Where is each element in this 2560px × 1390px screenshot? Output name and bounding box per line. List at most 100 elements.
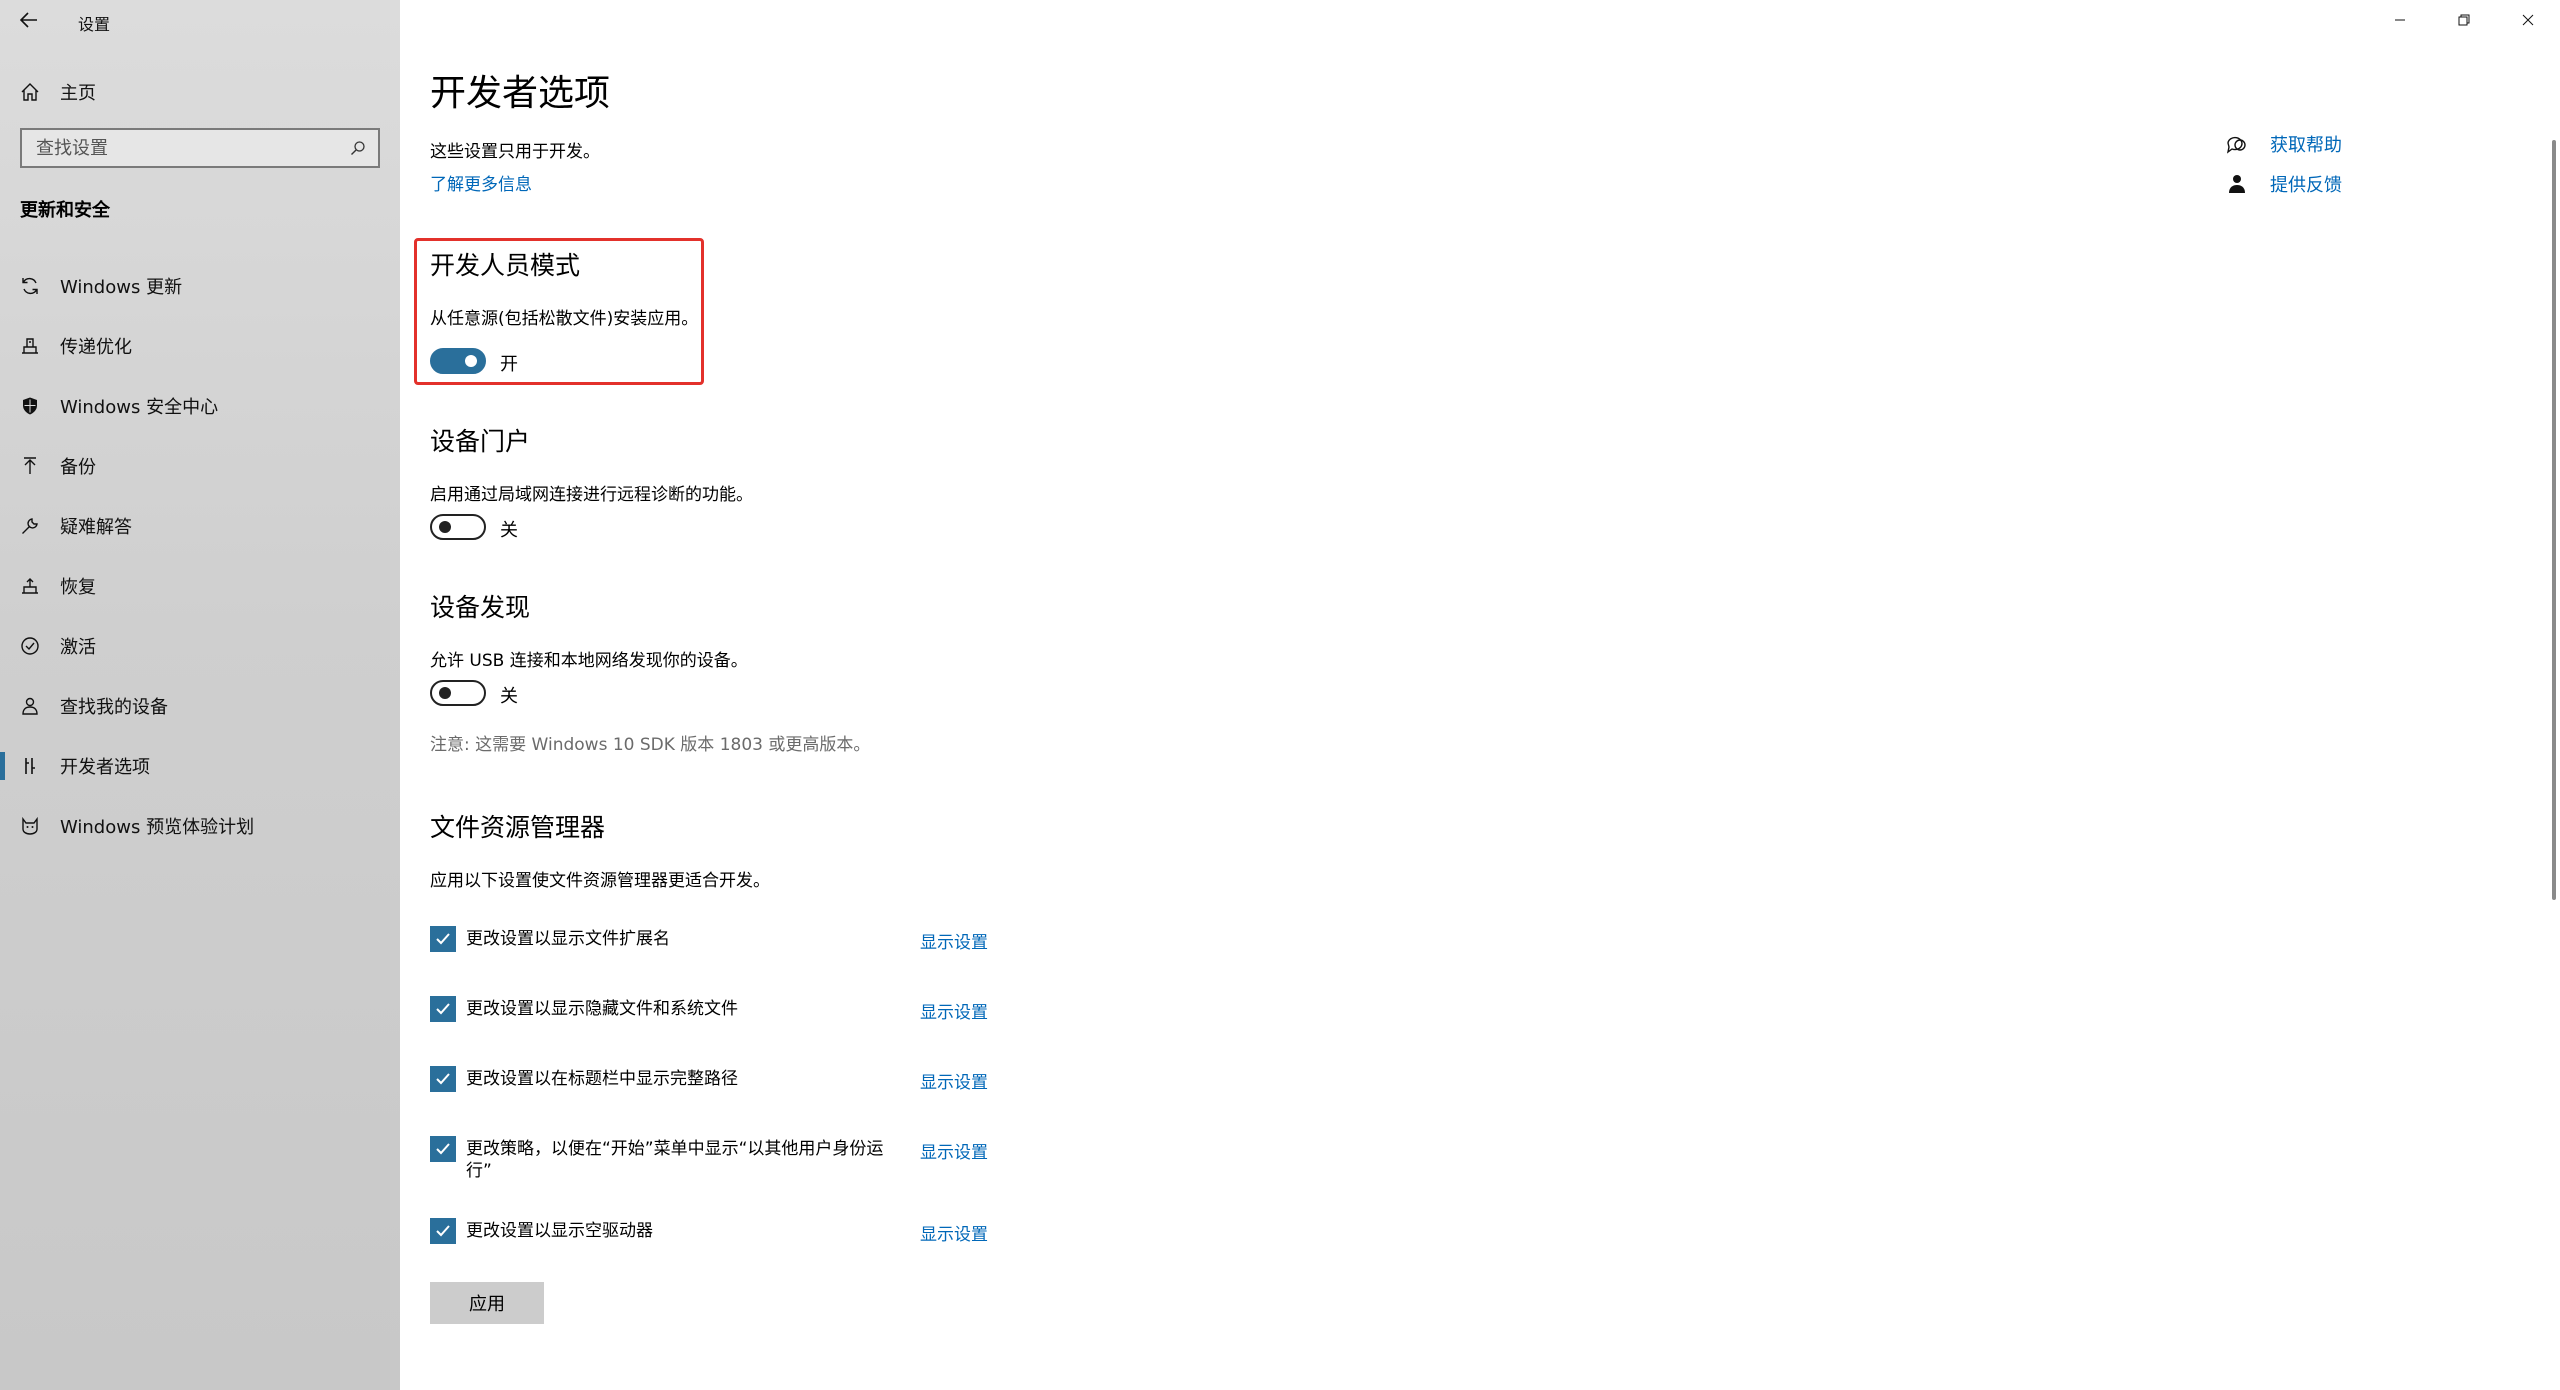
minimize-icon — [2395, 19, 2405, 21]
device-discovery-note: 注意: 这需要 Windows 10 SDK 版本 1803 或更高版本。 — [430, 735, 871, 755]
file-explorer-description: 应用以下设置使文件资源管理器更适合开发。 — [430, 871, 770, 891]
close-button[interactable] — [2496, 0, 2560, 40]
option-checkbox[interactable] — [430, 1136, 456, 1162]
sidebar-item-windows-security[interactable]: Windows 安全中心 — [0, 376, 400, 436]
sidebar-item-label: 恢复 — [60, 577, 96, 598]
checkmark-icon — [436, 933, 450, 945]
sidebar-item-activation[interactable]: 激活 — [0, 616, 400, 676]
feedback-person-icon — [2226, 174, 2270, 194]
page-title: 开发者选项 — [430, 73, 611, 114]
device-portal-toggle[interactable] — [430, 514, 486, 540]
device-discovery-state: 关 — [500, 686, 518, 707]
backup-arrow-icon — [0, 456, 60, 476]
app-title: 设置 — [78, 15, 111, 34]
checkmark-icon — [436, 1073, 450, 1085]
sidebar-item-label: 激活 — [60, 637, 96, 658]
minimize-button[interactable] — [2368, 0, 2432, 40]
apply-button[interactable]: 应用 — [430, 1282, 544, 1324]
sidebar: 设置 主页 更新和安全 Windows 更新 — [0, 0, 400, 1390]
developer-mode-state: 开 — [500, 354, 518, 375]
scrollbar[interactable] — [2552, 140, 2556, 900]
device-portal-description: 启用通过局域网连接进行远程诊断的功能。 — [430, 485, 753, 505]
option-label: 更改设置以在标题栏中显示完整路径 — [466, 1069, 738, 1089]
device-portal-state: 关 — [500, 520, 518, 541]
sidebar-item-troubleshoot[interactable]: 疑难解答 — [0, 496, 400, 556]
checkmark-icon — [436, 1225, 450, 1237]
toggle-knob — [439, 521, 451, 533]
sidebar-item-recovery[interactable]: 恢复 — [0, 556, 400, 616]
option-checkbox[interactable] — [430, 1218, 456, 1244]
developer-tools-icon — [0, 756, 60, 776]
device-discovery-description: 允许 USB 连接和本地网络发现你的设备。 — [430, 651, 748, 671]
restore-icon — [2458, 14, 2470, 26]
help-links: 获取帮助 提供反馈 — [2226, 124, 2342, 204]
sidebar-item-label: Windows 更新 — [60, 277, 183, 298]
sync-icon — [0, 276, 60, 296]
sidebar-item-label: 备份 — [60, 457, 96, 478]
option-checkbox[interactable] — [430, 1066, 456, 1092]
home-label: 主页 — [60, 83, 96, 104]
file-explorer-heading: 文件资源管理器 — [430, 813, 606, 842]
section-title: 更新和安全 — [20, 200, 110, 221]
delivery-optimization-icon — [0, 336, 60, 356]
toggle-knob — [439, 687, 451, 699]
find-device-icon — [0, 696, 60, 716]
recovery-icon — [0, 576, 60, 596]
back-button[interactable] — [12, 4, 46, 36]
sidebar-item-delivery-optimization[interactable]: 传递优化 — [0, 316, 400, 376]
sidebar-item-backup[interactable]: 备份 — [0, 436, 400, 496]
sidebar-item-home[interactable]: 主页 — [0, 70, 400, 114]
shield-icon — [0, 396, 60, 416]
main-content: 开发者选项 这些设置只用于开发。 了解更多信息 开发人员模式 从任意源(包括松散… — [400, 0, 2560, 1390]
sidebar-item-label: Windows 安全中心 — [60, 397, 219, 418]
show-settings-link[interactable]: 显示设置 — [920, 1220, 988, 1245]
sidebar-item-label: Windows 预览体验计划 — [60, 817, 255, 838]
sidebar-item-label: 开发者选项 — [60, 757, 150, 778]
show-settings-link[interactable]: 显示设置 — [920, 928, 988, 953]
option-checkbox[interactable] — [430, 926, 456, 952]
toggle-knob — [465, 355, 477, 367]
settings-window: 设置 主页 更新和安全 Windows 更新 — [0, 0, 2560, 1390]
checkmark-icon — [436, 1143, 450, 1155]
insider-cat-icon — [0, 816, 60, 836]
checkmark-icon — [436, 1003, 450, 1015]
option-label: 更改设置以显示隐藏文件和系统文件 — [466, 999, 738, 1019]
feedback-label: 提供反馈 — [2270, 175, 2342, 196]
option-label: 更改设置以显示文件扩展名 — [466, 929, 670, 949]
device-discovery-heading: 设备发现 — [430, 593, 531, 622]
page-subtitle: 这些设置只用于开发。 — [430, 142, 600, 162]
sidebar-item-developer-options[interactable]: 开发者选项 — [0, 736, 400, 796]
titlebar-left: 设置 — [0, 0, 400, 40]
developer-mode-description: 从任意源(包括松散文件)安装应用。 — [430, 309, 699, 329]
close-icon — [2522, 14, 2534, 26]
sidebar-item-windows-update[interactable]: Windows 更新 — [0, 256, 400, 316]
sidebar-item-windows-insider[interactable]: Windows 预览体验计划 — [0, 796, 400, 856]
developer-mode-toggle[interactable] — [430, 348, 486, 374]
back-arrow-icon — [20, 12, 37, 28]
get-help-link[interactable]: 获取帮助 — [2226, 124, 2342, 164]
learn-more-link[interactable]: 了解更多信息 — [430, 170, 532, 195]
wrench-icon — [0, 516, 60, 536]
sidebar-nav-list: Windows 更新 传递优化 Windows 安全中心 备份 疑难解答 恢复 … — [0, 256, 400, 856]
option-label: 更改设置以显示空驱动器 — [466, 1221, 653, 1241]
restore-button[interactable] — [2432, 0, 2496, 40]
search-icon — [351, 141, 365, 155]
search-input[interactable] — [36, 137, 350, 159]
home-icon — [0, 82, 60, 102]
feedback-link[interactable]: 提供反馈 — [2226, 164, 2342, 204]
show-settings-link[interactable]: 显示设置 — [920, 1068, 988, 1093]
check-circle-icon — [0, 636, 60, 656]
sidebar-item-label: 传递优化 — [60, 337, 132, 358]
chat-help-icon — [2226, 134, 2270, 154]
device-portal-heading: 设备门户 — [430, 427, 531, 456]
search-box[interactable] — [20, 128, 380, 168]
show-settings-link[interactable]: 显示设置 — [920, 998, 988, 1023]
show-settings-link[interactable]: 显示设置 — [920, 1138, 988, 1163]
option-checkbox[interactable] — [430, 996, 456, 1022]
option-label: 更改策略，以便在“开始”菜单中显示“以其他用户身份运行” — [466, 1139, 884, 1181]
sidebar-item-label: 查找我的设备 — [60, 697, 168, 718]
sidebar-item-label: 疑难解答 — [60, 517, 132, 538]
window-controls — [2368, 0, 2560, 40]
sidebar-item-find-my-device[interactable]: 查找我的设备 — [0, 676, 400, 736]
device-discovery-toggle[interactable] — [430, 680, 486, 706]
